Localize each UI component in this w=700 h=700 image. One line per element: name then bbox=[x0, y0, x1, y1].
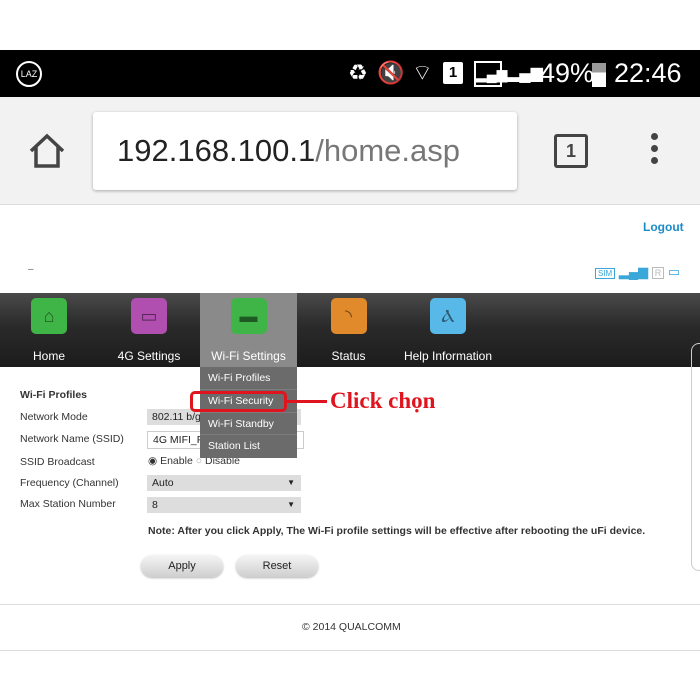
wifi-settings-dropdown: Wi-Fi Profiles Wi-Fi Security Wi-Fi Stan… bbox=[200, 367, 297, 458]
url-host: 192.168.100.1 bbox=[117, 133, 316, 168]
label-ssid: Network Name (SSID) bbox=[20, 433, 124, 445]
browser-toolbar: 192.168.100.1/home.asp 1 bbox=[0, 97, 700, 205]
status-bar: LAZ ♻ 🔇 ⌔ 1 ▂▄▆ ▂▄▆ 49% 22:46 bbox=[0, 50, 700, 97]
home-icon: ⌂ bbox=[31, 298, 67, 334]
annotation-line bbox=[287, 400, 327, 403]
sim1-icon: 1 bbox=[443, 62, 463, 84]
annotation-highlight-box bbox=[190, 391, 287, 412]
menu-item-station-list[interactable]: Station List bbox=[200, 435, 297, 458]
url-path: /home.asp bbox=[315, 133, 461, 168]
mute-icon: 🔇 bbox=[377, 60, 405, 85]
nav-status[interactable]: ◝ Status bbox=[300, 293, 397, 367]
max-station-value: 8 bbox=[152, 499, 158, 511]
label-frequency: Frequency (Channel) bbox=[20, 477, 119, 489]
footer-copyright: © 2014 QUALCOMM bbox=[302, 621, 401, 633]
sim-card-icon: ▭ bbox=[131, 298, 167, 334]
label-max-station: Max Station Number bbox=[20, 498, 116, 510]
battery-saver-icon: ♻ bbox=[348, 60, 368, 85]
apply-button[interactable]: Apply bbox=[141, 555, 223, 577]
label-network-mode: Network Mode bbox=[20, 411, 88, 423]
enable-label: Enable bbox=[160, 455, 193, 467]
laz-icon: LAZ bbox=[16, 61, 42, 87]
clock: 22:46 bbox=[614, 58, 682, 88]
frequency-value: Auto bbox=[152, 477, 174, 489]
nav-label: Home bbox=[32, 349, 65, 363]
battery-percent: 49% bbox=[540, 58, 595, 88]
dropdown-arrow-icon: ▼ bbox=[287, 500, 295, 509]
logout-link[interactable]: Logout bbox=[643, 220, 684, 234]
section-title: Wi-Fi Profiles bbox=[20, 389, 87, 401]
url-bar[interactable]: 192.168.100.1/home.asp bbox=[93, 112, 517, 190]
signal-icon: ▂▄▆ bbox=[507, 65, 543, 82]
device-status-icons: SIM ▂▄▆ R ▭ bbox=[595, 264, 680, 280]
antenna-icon: Ⲁ bbox=[430, 298, 466, 334]
footer-divider bbox=[0, 604, 700, 605]
nav-4g-settings[interactable]: ▭ 4G Settings bbox=[98, 293, 200, 367]
scrollbar[interactable] bbox=[691, 343, 700, 571]
frequency-select[interactable]: Auto ▼ bbox=[147, 475, 301, 491]
wifi-icon: ⌔ bbox=[412, 60, 433, 85]
note-text: Note: After you click Apply, The Wi-Fi p… bbox=[148, 525, 646, 537]
nav-label: Help Information bbox=[403, 349, 493, 363]
nav-help[interactable]: Ⲁ Help Information bbox=[398, 293, 498, 367]
header-dash: – bbox=[28, 264, 34, 275]
roaming-icon: R bbox=[651, 267, 665, 279]
annotation-text: Click chọn bbox=[330, 388, 436, 413]
nav-label: Wi-Fi Settings bbox=[211, 349, 286, 363]
menu-item-wifi-profiles[interactable]: Wi-Fi Profiles bbox=[200, 367, 297, 390]
tabs-button[interactable]: 1 bbox=[554, 134, 588, 168]
nav-label: Status bbox=[331, 349, 366, 363]
enable-radio[interactable]: ◉ bbox=[148, 455, 157, 467]
laptop-icon: ▬ bbox=[230, 298, 267, 334]
max-station-select[interactable]: 8 ▼ bbox=[147, 497, 301, 513]
dropdown-arrow-icon: ▼ bbox=[287, 478, 295, 487]
sim-icon: SIM bbox=[595, 268, 616, 279]
wifi-device-icon: ▭ bbox=[667, 264, 681, 279]
home-icon[interactable] bbox=[28, 133, 66, 169]
nav-label: 4G Settings bbox=[117, 349, 181, 363]
nav-wifi-settings[interactable]: ▬ Wi-Fi Settings bbox=[200, 293, 297, 367]
nav-home[interactable]: ⌂ Home bbox=[0, 293, 98, 367]
label-ssid-broadcast: SSID Broadcast bbox=[20, 456, 95, 468]
menu-item-wifi-standby[interactable]: Wi-Fi Standby bbox=[200, 413, 297, 436]
signal-icon: ▂▄▆ bbox=[618, 264, 649, 279]
overflow-menu-icon[interactable] bbox=[651, 133, 659, 169]
signal-icon: ▂▄▆ bbox=[474, 61, 507, 87]
footer-divider bbox=[0, 650, 700, 651]
reset-button[interactable]: Reset bbox=[236, 555, 318, 577]
main-nav: ⌂ Home ▭ 4G Settings ▬ Wi-Fi Settings ◝ Stat… bbox=[0, 293, 700, 367]
battery-icon bbox=[592, 63, 606, 87]
rss-icon: ◝ bbox=[330, 298, 367, 334]
